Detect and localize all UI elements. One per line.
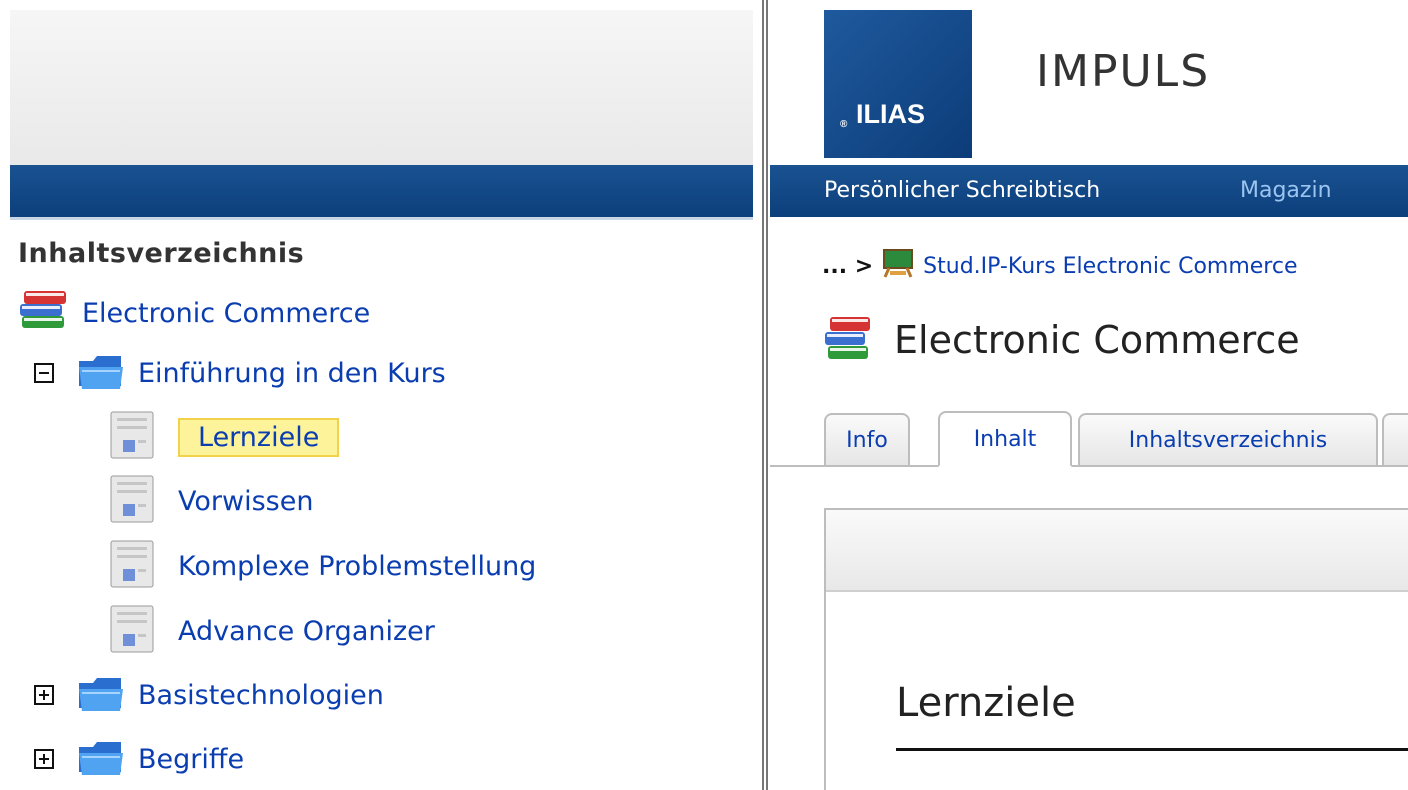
- tab-bar: Info Inhalt Inhaltsverzeichnis: [770, 405, 1408, 467]
- collapse-icon[interactable]: [34, 363, 54, 383]
- main-menu: Persönlicher Schreibtisch Magazin: [770, 165, 1408, 217]
- toc-chapter-link[interactable]: Basistechnologien: [138, 680, 384, 711]
- toc-frame: Inhaltsverzeichnis Electronic Commerce E…: [0, 0, 760, 790]
- folder-icon: [76, 349, 126, 397]
- page-title: Electronic Commerce: [894, 318, 1300, 362]
- ilias-logo[interactable]: ILIAS ®: [824, 10, 972, 158]
- toc-root[interactable]: Electronic Commerce: [16, 288, 370, 338]
- toc-chapter[interactable]: Einführung in den Kurs: [34, 348, 446, 398]
- toc-page-link-selected[interactable]: Lernziele: [178, 417, 340, 457]
- folder-icon: [76, 735, 126, 783]
- installation-title: IMPULS: [1036, 46, 1211, 97]
- heading-rule: [896, 748, 1408, 751]
- menu-personal-desktop[interactable]: Persönlicher Schreibtisch: [824, 178, 1100, 203]
- page-icon: [108, 604, 156, 658]
- content-frame: ILIAS ® IMPULS Persönlicher Schreibtisch …: [770, 0, 1408, 790]
- toc-page-link[interactable]: Advance Organizer: [178, 616, 435, 647]
- logo-text: ILIAS: [856, 99, 926, 129]
- expand-icon[interactable]: [34, 749, 54, 769]
- toc-header: [10, 10, 753, 165]
- tab-info[interactable]: Info: [824, 413, 910, 465]
- toc-page[interactable]: Advance Organizer: [108, 604, 435, 658]
- toc-chapter-link[interactable]: Einführung in den Kurs: [138, 358, 446, 389]
- expand-icon[interactable]: [34, 685, 54, 705]
- toc-title: Inhaltsverzeichnis: [18, 238, 305, 269]
- toc-chapter[interactable]: Basistechnologien: [34, 670, 384, 720]
- folder-icon: [76, 671, 126, 719]
- course-icon: [881, 248, 915, 284]
- books-icon: [16, 288, 70, 338]
- content-toolbar: [826, 510, 1408, 592]
- logo-mark: ®: [840, 119, 848, 130]
- page-icon: [108, 474, 156, 528]
- page-icon: [108, 410, 156, 464]
- content-panel: Lernziele: [824, 508, 1408, 790]
- frame-splitter[interactable]: [760, 0, 770, 790]
- page-icon: [108, 539, 156, 593]
- toc-chapter[interactable]: Begriffe: [34, 734, 244, 784]
- tab-inhalt[interactable]: Inhalt: [938, 411, 1072, 467]
- books-icon: [822, 312, 874, 368]
- toc-root-link[interactable]: Electronic Commerce: [82, 298, 370, 329]
- content-heading: Lernziele: [896, 680, 1076, 726]
- tab-inhaltsverzeichnis[interactable]: Inhaltsverzeichnis: [1078, 413, 1378, 465]
- toc-page[interactable]: Vorwissen: [108, 474, 313, 528]
- breadcrumb-course-link[interactable]: Stud.IP-Kurs Electronic Commerce: [923, 254, 1297, 279]
- toc-page-link[interactable]: Vorwissen: [178, 486, 313, 517]
- tab-more[interactable]: [1382, 413, 1408, 465]
- toc-chapter-link[interactable]: Begriffe: [138, 744, 244, 775]
- breadcrumb: ... > Stud.IP-Kurs Electronic Commerce: [822, 248, 1298, 284]
- toc-page-link[interactable]: Komplexe Problemstellung: [178, 551, 536, 582]
- breadcrumb-prefix: ... >: [822, 253, 874, 279]
- toc-blue-bar: [10, 165, 753, 220]
- toc-page[interactable]: Komplexe Problemstellung: [108, 539, 536, 593]
- menu-repository[interactable]: Magazin: [1240, 178, 1332, 203]
- toc-page[interactable]: Lernziele: [108, 410, 340, 464]
- page-header: Electronic Commerce: [822, 312, 1300, 368]
